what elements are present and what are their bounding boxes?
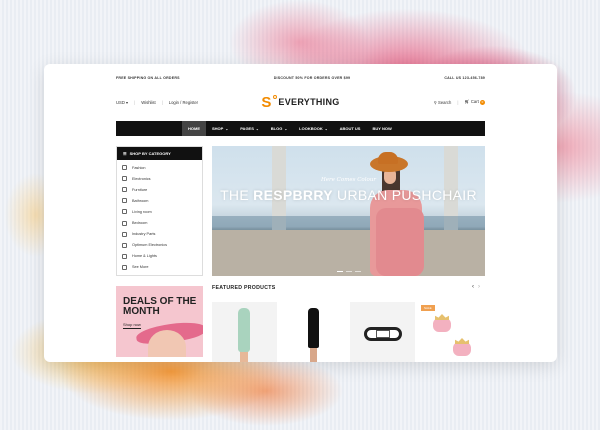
site-logo[interactable]: S EVERYTHING xyxy=(261,94,340,110)
arrow-right-icon[interactable]: › xyxy=(478,284,480,290)
sidebar-item-fashion[interactable]: Fashion xyxy=(122,162,202,173)
nav-item-about-us[interactable]: ABOUT US xyxy=(334,121,367,136)
phone-text: CALL US 123-456-789 xyxy=(444,76,485,80)
product-card[interactable] xyxy=(350,302,415,362)
carousel-arrows: ‹ › xyxy=(472,284,480,290)
product-image xyxy=(433,318,451,332)
sidebar-item-bathroom[interactable]: Bathroom xyxy=(122,195,202,206)
bed-icon xyxy=(122,220,127,226)
logo-mark: S xyxy=(261,94,278,110)
chevron-down-icon: ⌄ xyxy=(324,126,328,131)
slider-dot[interactable] xyxy=(354,270,361,272)
sidebar-item-see-more[interactable]: See More xyxy=(122,262,202,273)
featured-products-title: FEATURED PRODUCTS xyxy=(212,285,276,291)
top-bar: FREE SHIPPING ON ALL ORDERS DISCOUNT 50%… xyxy=(116,74,485,82)
nav-item-blog[interactable]: BLOG ⌄ xyxy=(265,121,293,136)
deals-image xyxy=(148,330,186,357)
sale-badge: SALE xyxy=(421,305,435,311)
sidebar-item-furniture[interactable]: Furniture xyxy=(122,184,202,195)
sofa-icon xyxy=(122,187,127,193)
main-nav: HOME SHOP ⌄ PAGES ⌄ BLOG ⌄ LOOKBOOK ⌄ ABOUT US BUY… xyxy=(116,121,485,136)
sidebar-item-industry-parts[interactable]: Industry Parts xyxy=(122,229,202,240)
menu-icon: ☰ xyxy=(123,151,127,156)
search-icon: ⚲ xyxy=(433,99,437,105)
nav-item-shop[interactable]: SHOP ⌄ xyxy=(206,121,234,136)
discount-text: DISCOUNT 50% FOR ORDERS OVER $99 xyxy=(273,76,351,80)
category-sidebar: ☰ SHOP BY CATEGORY Fashion Electronics Fur… xyxy=(116,146,203,276)
hanger-icon xyxy=(122,165,127,171)
product-image xyxy=(308,308,319,348)
slider-dot[interactable] xyxy=(336,270,343,272)
nav-item-lookbook[interactable]: LOOKBOOK ⌄ xyxy=(293,121,333,136)
product-card[interactable]: SALE xyxy=(419,302,484,362)
hero-tagline: Here Comes Colour xyxy=(320,177,376,183)
sidebar-item-home-lights[interactable]: Home & Lights xyxy=(122,251,202,262)
nav-item-home[interactable]: HOME xyxy=(182,121,206,136)
gear-icon xyxy=(122,231,127,237)
cart-count-badge: 0 xyxy=(480,100,485,105)
logo-text: EVERYTHING xyxy=(278,97,340,107)
deals-title: DEALS OF THE MONTH xyxy=(123,296,197,317)
product-image xyxy=(238,308,250,352)
divider: | xyxy=(457,99,459,105)
lamp-icon xyxy=(122,209,127,215)
divider: | xyxy=(161,99,163,105)
arrow-left-icon[interactable]: ‹ xyxy=(472,284,474,290)
featured-products-list: SALE xyxy=(212,302,484,362)
login-register-link[interactable]: Login / Register xyxy=(169,100,198,105)
chevron-down-icon: ⌄ xyxy=(225,126,229,131)
sidebar-item-bedroom[interactable]: Bedroom xyxy=(122,217,202,228)
site-header: USD ▾ | Wishlist | Login / Register S EV… xyxy=(116,94,485,110)
sidebar-item-living-room[interactable]: Living room xyxy=(122,206,202,217)
chevron-down-icon: ⌄ xyxy=(255,126,259,131)
bulb-icon xyxy=(122,253,127,259)
deals-banner[interactable]: DEALS OF THE MONTH Shop now xyxy=(116,286,203,357)
cart-icon: 🛒︎ xyxy=(464,99,470,104)
cart-button[interactable]: 🛒︎ Cart 0 xyxy=(464,99,485,105)
currency-select[interactable]: USD ▾ xyxy=(116,100,128,105)
free-shipping-text: FREE SHIPPING ON ALL ORDERS xyxy=(116,76,180,80)
sidebar-item-electronics[interactable]: Electronics xyxy=(122,173,202,184)
slider-dot[interactable] xyxy=(345,270,352,272)
slider-dots xyxy=(212,270,485,272)
chevron-down-icon: ▾ xyxy=(126,99,129,105)
hero-wall xyxy=(212,230,485,276)
hero-banner[interactable]: Here Comes Colour THE RESPBRRY URBAN PUS… xyxy=(212,146,485,276)
shop-now-button[interactable]: Shop now xyxy=(123,322,141,329)
search-button[interactable]: ⚲ Search xyxy=(434,100,452,105)
website-mockup: FREE SHIPPING ON ALL ORDERS DISCOUNT 50%… xyxy=(44,64,557,362)
hero-model-image xyxy=(362,152,442,276)
hero-sea xyxy=(212,216,485,230)
chevron-down-icon: ⌄ xyxy=(284,126,288,131)
wishlist-link[interactable]: Wishlist xyxy=(141,100,155,105)
phone-icon xyxy=(122,176,127,182)
sidebar-item-optimum-electronics[interactable]: Optimum Electronics xyxy=(122,240,202,251)
monitor-icon xyxy=(122,242,127,248)
nav-item-pages[interactable]: PAGES ⌄ xyxy=(234,121,265,136)
plus-icon xyxy=(122,264,127,270)
category-header[interactable]: ☰ SHOP BY CATEGORY xyxy=(117,147,202,160)
hero-title: THE RESPBRRY URBAN PUSHCHAIR xyxy=(220,187,477,203)
bath-icon xyxy=(122,198,127,204)
product-card[interactable] xyxy=(281,302,346,362)
divider: | xyxy=(134,99,136,105)
product-card[interactable] xyxy=(212,302,277,362)
nav-item-buy-now[interactable]: BUY NOW xyxy=(366,121,397,136)
